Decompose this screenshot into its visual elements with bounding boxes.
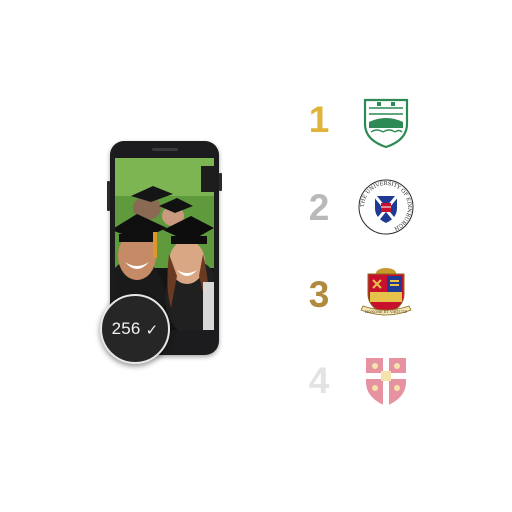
counter-badge[interactable]: 256 ✓ — [100, 294, 170, 364]
rank-3-number: 3 — [308, 274, 330, 315]
phone-volume-button — [107, 181, 110, 211]
counter-value: 256 — [111, 319, 141, 338]
cambridge-crest-icon — [366, 358, 406, 406]
phone-speaker — [152, 148, 178, 151]
phone-power-button — [219, 173, 222, 191]
cambridge-college-crest-icon: HONORE ET VIRTUTE — [360, 268, 412, 316]
rank-1-number: 1 — [308, 99, 330, 140]
rank-2-number: 2 — [308, 187, 330, 228]
stirling-crest-icon — [363, 98, 409, 149]
check-icon: ✓ — [145, 321, 159, 339]
college-motto-text: HONORE ET VIRTUTE — [365, 310, 407, 314]
rank-4-number: 4 — [308, 360, 330, 401]
edinburgh-crest-icon: THE UNIVERSITY OF EDINBURGH — [358, 179, 414, 235]
